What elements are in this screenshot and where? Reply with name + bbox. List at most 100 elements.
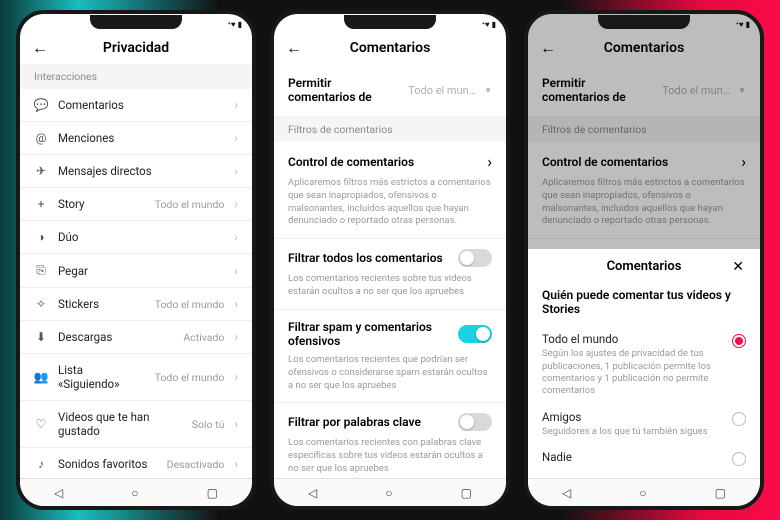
row-value: Desactivado [167, 458, 225, 471]
dropdown-icon: ▼ [484, 86, 492, 95]
notch [90, 15, 182, 29]
comment-control-row[interactable]: Control de comentarios › [274, 142, 506, 173]
section-filters: Filtros de comentarios [274, 117, 506, 142]
android-navbar: ◁ ○ ▢ [20, 478, 252, 506]
nav-home-icon[interactable]: ○ [131, 486, 138, 500]
chevron-right-icon: › [234, 370, 238, 384]
settings-row-lista-siguiendo-[interactable]: 👥 Lista «Siguiendo» Todo el mundo › [20, 354, 252, 401]
row-label: Mensajes directos [58, 164, 224, 178]
nav-back-icon[interactable]: ◁ [54, 486, 63, 500]
header: ← Privacidad [20, 32, 252, 64]
settings-row-pegar[interactable]: ⎘ Pegar › [20, 254, 252, 288]
option-amigos[interactable]: Amigos Seguidores a los que tú también si… [542, 404, 746, 444]
option-nadie[interactable]: Nadie [542, 444, 746, 472]
row-label: Videos que te han gustado [58, 410, 182, 438]
nav-back-icon[interactable]: ◁ [308, 486, 317, 500]
sheet-question: Quién puede comentar tus videos y Storie… [542, 282, 746, 326]
option-sub: Según los ajustes de privacidad de tus p… [542, 348, 724, 397]
row-icon: ⬇ [34, 330, 48, 344]
allow-comments-from-row[interactable]: Permitir comentarios de Todo el mun… ▼ [274, 64, 506, 117]
nav-home-icon[interactable]: ○ [639, 486, 646, 500]
filter-keywords-row: Filtrar por palabras clave [274, 403, 506, 433]
settings-row-sonidos-favoritos[interactable]: ♪ Sonidos favoritos Desactivado › [20, 448, 252, 478]
back-icon[interactable]: ← [286, 38, 302, 58]
comment-control-desc: Aplicaremos filtros más estrictos a come… [274, 173, 506, 239]
row-label: Dúo [58, 230, 224, 244]
row-label: Sonidos favoritos [58, 457, 157, 471]
radio-icon[interactable] [732, 334, 746, 348]
row-icon: ♪ [34, 457, 48, 471]
row-icon: 💬 [34, 98, 48, 112]
nav-back-icon[interactable]: ◁ [562, 486, 571, 500]
android-navbar: ◁ ○ ▢ [528, 478, 760, 506]
chevron-right-icon: › [234, 417, 238, 431]
page-title: Comentarios [350, 40, 431, 56]
row-label: Comentarios [58, 98, 224, 112]
filter-spam-toggle[interactable] [458, 325, 492, 343]
row-icon: ◑ [34, 230, 48, 244]
chevron-right-icon: › [234, 197, 238, 211]
radio-icon[interactable] [732, 412, 746, 426]
page-title: Privacidad [103, 40, 169, 56]
nav-recent-icon[interactable]: ▢ [715, 486, 726, 500]
back-icon[interactable]: ← [32, 38, 48, 58]
chevron-right-icon: › [234, 164, 238, 178]
filter-keywords-toggle[interactable] [458, 413, 492, 431]
option-label: Amigos [542, 410, 724, 424]
row-value: Solo tú [192, 418, 225, 431]
row-value: Todo el mundo [155, 298, 225, 311]
chevron-right-icon: › [234, 264, 238, 278]
settings-row-stickers[interactable]: ✧ Stickers Todo el mundo › [20, 288, 252, 321]
close-icon[interactable]: ✕ [732, 259, 744, 275]
row-label: Pegar [58, 264, 224, 278]
row-value: Todo el mundo [155, 198, 225, 211]
phone-comments-sheet: ⁺♥ ▮ ← Comentarios Permitir comentarios … [524, 10, 764, 510]
nav-recent-icon[interactable]: ▢ [207, 486, 218, 500]
chevron-right-icon: › [487, 152, 492, 171]
allow-comments-label: Permitir comentarios de [288, 76, 400, 104]
row-icon: ⎘ [34, 263, 48, 278]
radio-icon[interactable] [732, 452, 746, 466]
settings-row-d-o[interactable]: ◑Dúo› [20, 221, 252, 254]
chevron-right-icon: › [234, 330, 238, 344]
row-value: Activado [183, 331, 224, 344]
allow-comments-value: Todo el mun… [408, 84, 476, 97]
row-icon: @ [34, 131, 48, 145]
settings-row-story[interactable]: + Story Todo el mundo › [20, 188, 252, 221]
row-icon: ♡ [34, 417, 48, 431]
settings-row-mensajes-directos[interactable]: ✈ Mensajes directos › [20, 155, 252, 188]
row-icon: ✧ [34, 297, 48, 311]
row-icon: ✈ [34, 164, 48, 178]
settings-row-descargas[interactable]: ⬇DescargasActivado› [20, 321, 252, 354]
row-value: Todo el mundo [155, 371, 225, 384]
row-label: Stickers [58, 297, 145, 311]
row-icon: + [34, 197, 48, 211]
option-label: Todo el mundo [542, 332, 724, 346]
chevron-right-icon: › [234, 457, 238, 471]
notch [598, 15, 690, 29]
nav-recent-icon[interactable]: ▢ [461, 486, 472, 500]
chevron-right-icon: › [234, 131, 238, 145]
filter-all-toggle[interactable] [458, 249, 492, 267]
phone-comments: ⁺♥ ▮ ← Comentarios Permitir comentarios … [270, 10, 510, 510]
option-sub: Seguidores a los que tú también sigues [542, 426, 724, 438]
filter-all-desc: Los comentarios recientes sobre tus vide… [274, 269, 506, 310]
option-todo-el-mundo[interactable]: Todo el mundo Según los ajustes de privac… [542, 326, 746, 403]
filter-spam-row: Filtrar spam y comentarios ofensivos [274, 310, 506, 350]
settings-row-menciones[interactable]: @ Menciones › [20, 122, 252, 155]
settings-row-comentarios[interactable]: 💬 Comentarios › [20, 89, 252, 122]
header: ← Comentarios [274, 32, 506, 64]
settings-row-videos-que-te-han-gustado[interactable]: ♡ Videos que te han gustado Solo tú › [20, 401, 252, 448]
comments-bottom-sheet: Comentarios ✕ Quién puede comentar tus v… [528, 249, 760, 478]
phone-privacy: ⁺♥ ▮ ← Privacidad Interacciones 💬Comenta… [16, 10, 256, 510]
row-label: Lista «Siguiendo» [58, 363, 145, 391]
section-interactions: Interacciones [20, 64, 252, 89]
row-label: Menciones [58, 131, 224, 145]
chevron-right-icon: › [234, 98, 238, 112]
row-icon: 👥 [34, 370, 48, 384]
filter-spam-desc: Los comentarios recientes que podrían se… [274, 350, 506, 403]
row-label: Story [58, 197, 145, 211]
chevron-right-icon: › [234, 297, 238, 311]
option-label: Nadie [542, 450, 724, 464]
nav-home-icon[interactable]: ○ [385, 486, 392, 500]
